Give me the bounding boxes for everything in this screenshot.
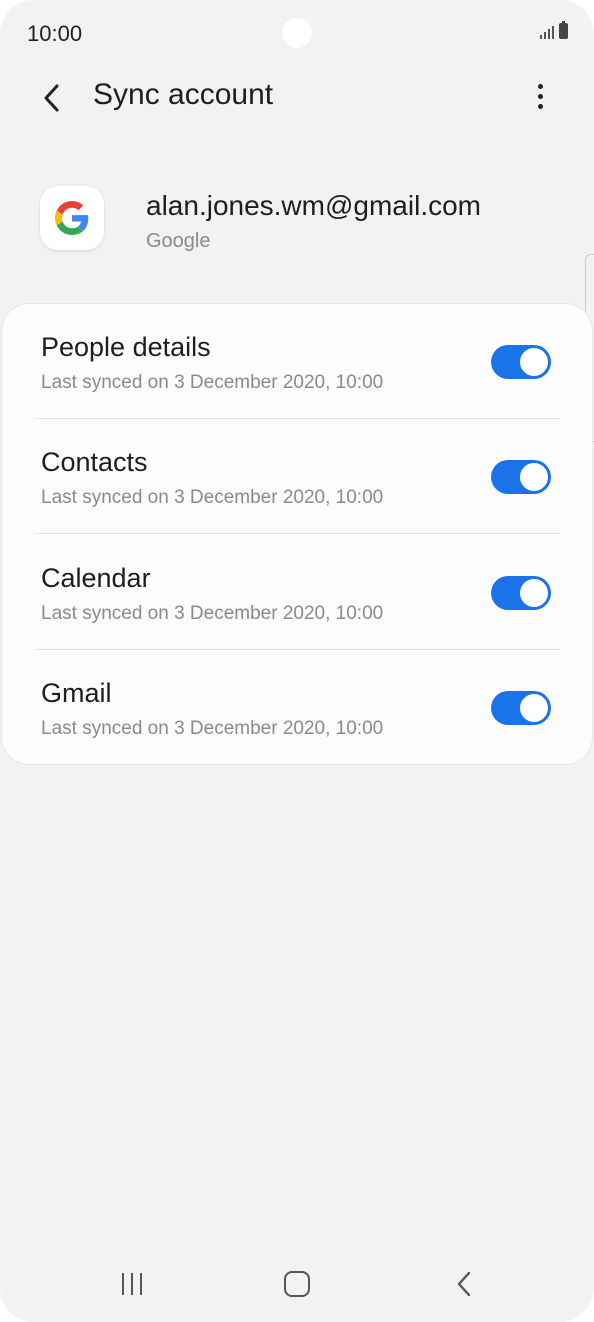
recent-apps-icon [122, 1273, 124, 1295]
account-header: alan.jones.wm@gmail.com Google [0, 180, 594, 270]
home-icon [284, 1271, 310, 1297]
sync-item-people-details[interactable]: People details Last synced on 3 December… [2, 304, 592, 419]
sync-items-card: People details Last synced on 3 December… [1, 303, 593, 765]
nav-back-button[interactable] [442, 1266, 486, 1302]
sync-item-label: People details [41, 332, 211, 362]
google-logo-icon [40, 186, 104, 250]
sync-item-last-synced: Last synced on 3 December 2020, 10:00 [41, 718, 384, 739]
sync-item-last-synced: Last synced on 3 December 2020, 10:00 [41, 487, 384, 508]
camera-cutout [282, 18, 312, 48]
status-time: 10:00 [27, 21, 83, 46]
more-options-button[interactable] [522, 76, 558, 116]
contacts-toggle[interactable] [491, 460, 551, 494]
sync-item-gmail[interactable]: Gmail Last synced on 3 December 2020, 10… [2, 650, 592, 765]
people-details-toggle[interactable] [491, 345, 551, 379]
toggle-knob [518, 577, 550, 609]
toggle-knob [518, 692, 550, 724]
back-icon [457, 1271, 471, 1297]
account-email: alan.jones.wm@gmail.com [146, 190, 481, 221]
page-title: Sync account [93, 78, 274, 111]
chevron-left-icon [44, 84, 59, 112]
battery-icon [559, 21, 568, 39]
status-icons [540, 21, 568, 39]
navigation-bar [0, 1250, 594, 1318]
account-type: Google [146, 230, 211, 252]
divider [34, 533, 560, 534]
sync-item-last-synced: Last synced on 3 December 2020, 10:00 [41, 372, 384, 393]
home-button[interactable] [274, 1266, 320, 1302]
gmail-toggle[interactable] [491, 691, 551, 725]
sync-item-label: Calendar [41, 563, 151, 593]
sync-item-label: Gmail [41, 678, 112, 708]
app-bar: Sync account [0, 62, 594, 130]
toggle-knob [518, 346, 550, 378]
calendar-toggle[interactable] [491, 576, 551, 610]
recent-apps-button[interactable] [110, 1266, 154, 1302]
sync-item-label: Contacts [41, 447, 148, 477]
sync-item-contacts[interactable]: Contacts Last synced on 3 December 2020,… [2, 419, 592, 534]
signal-bars-icon [540, 23, 554, 39]
back-button[interactable] [30, 76, 74, 120]
status-bar: 10:00 [0, 0, 594, 68]
sync-item-calendar[interactable]: Calendar Last synced on 3 December 2020,… [2, 535, 592, 650]
sync-item-last-synced: Last synced on 3 December 2020, 10:00 [41, 603, 384, 624]
phone-screen: 10:00 Sync account alan.jones.wm@gmail.c… [0, 0, 594, 1322]
toggle-knob [518, 461, 550, 493]
more-vertical-icon [537, 83, 543, 89]
